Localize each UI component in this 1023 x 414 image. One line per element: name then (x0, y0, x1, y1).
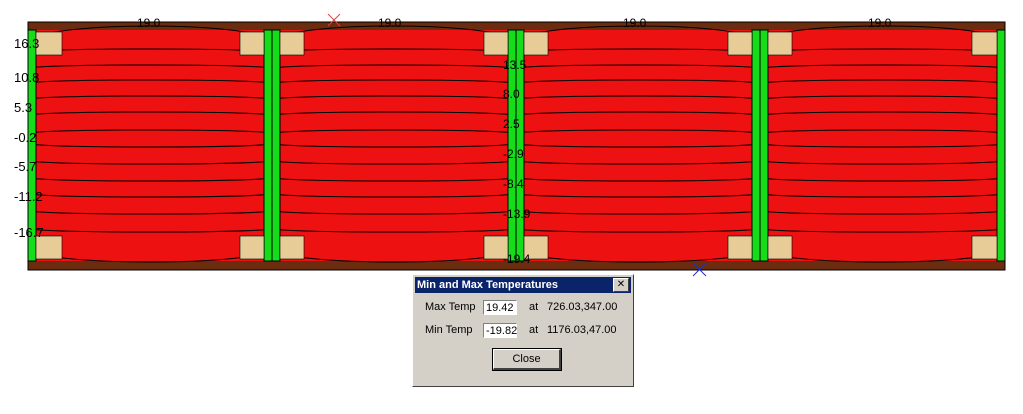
isotherm-label: -8.4 (503, 177, 524, 191)
min-temp-label: Min Temp (425, 324, 473, 336)
isotherm-label: -0.2 (14, 130, 37, 145)
corner-block (523, 31, 549, 56)
max-temp-field[interactable]: 19.42 (483, 300, 517, 315)
corner-block (239, 235, 265, 260)
isotherm-label: -2.9 (503, 147, 524, 161)
isotherm-label: 13.5 (503, 58, 527, 72)
corner-block (971, 31, 998, 56)
corner-block (239, 31, 265, 56)
top-temp-label: 19.0 (137, 16, 161, 30)
min-at-label: at (529, 324, 539, 336)
close-x-icon[interactable]: ✕ (613, 278, 629, 292)
corner-block (279, 235, 305, 260)
corner-block (727, 235, 753, 260)
isotherm-label: -16.7 (14, 225, 44, 240)
dialog-title: Min and Max Temperatures (417, 279, 558, 291)
isotherm-label: -13.9 (503, 207, 531, 221)
max-at-label: at (529, 301, 539, 313)
min-temp-field[interactable]: -19.82 (483, 323, 517, 338)
isotherm-label: 8.0 (503, 87, 520, 101)
isotherm-label: -5.7 (14, 159, 37, 174)
corner-block (279, 31, 305, 56)
corner-block (767, 235, 793, 260)
close-button[interactable]: Close (492, 348, 562, 371)
top-temp-label: 19.0 (868, 16, 892, 30)
stud-column (996, 29, 1006, 262)
min-max-dialog: Min and Max Temperatures ✕ Max Temp 19.4… (412, 274, 634, 387)
isotherm-label: 5.3 (14, 100, 33, 115)
isotherm-label: 2.5 (503, 117, 520, 131)
top-temp-label: 19.0 (378, 16, 402, 30)
max-temp-label: Max Temp (425, 301, 476, 313)
corner-block (483, 31, 509, 56)
isotherm-label: 16.3 (14, 36, 40, 51)
corner-block (767, 31, 793, 56)
corner-block (727, 31, 753, 56)
isotherm-label: -11.2 (14, 189, 43, 204)
max-temp-coordinates: 726.03,347.00 (547, 301, 618, 313)
min-temp-coordinates: 1176.03,47.00 (547, 324, 617, 336)
corner-block (35, 31, 63, 56)
isotherm-label: 10.8 (14, 70, 40, 85)
corner-block (971, 235, 998, 260)
dialog-titlebar[interactable]: Min and Max Temperatures ✕ (415, 277, 631, 293)
isotherm-label: -19.4 (503, 252, 531, 266)
top-temp-label: 19.0 (623, 16, 647, 30)
